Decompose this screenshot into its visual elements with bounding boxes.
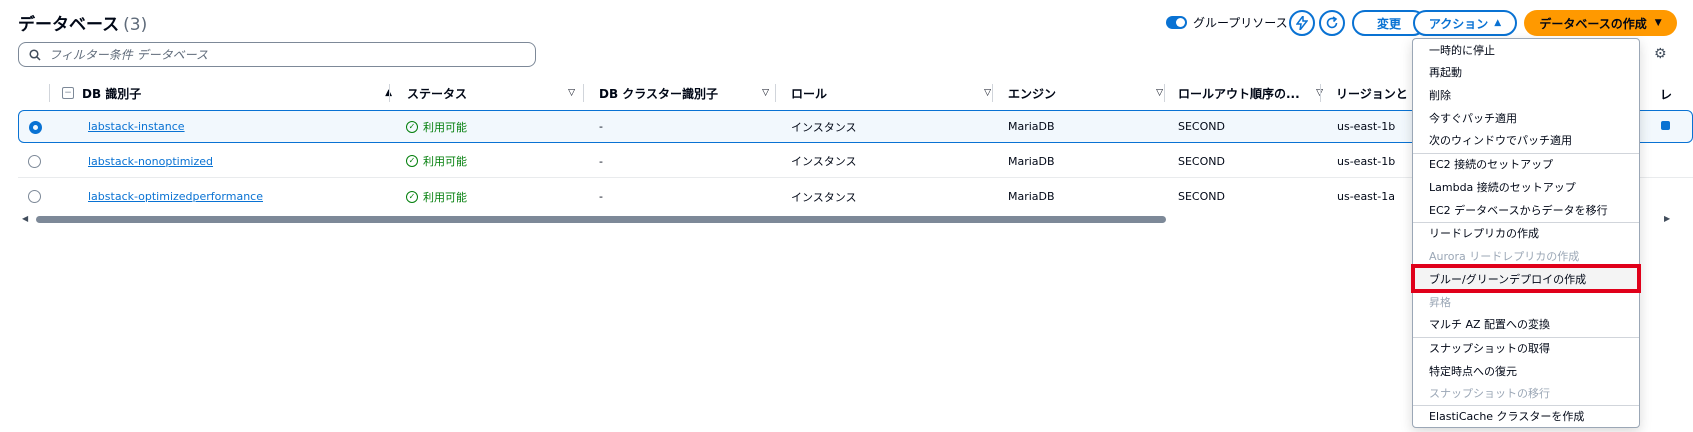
status-text: 利用可能: [423, 190, 467, 204]
column-header-cluster-id[interactable]: DB クラスター識別子 ▽: [599, 80, 779, 106]
region-az: us-east-1a: [1337, 190, 1395, 203]
column-header-label: DB 識別子: [82, 86, 142, 101]
search-icon: [29, 48, 41, 61]
refresh-button[interactable]: [1319, 10, 1345, 36]
status-available: ✓ 利用可能: [406, 119, 467, 135]
sort-down-icon[interactable]: ▽: [1156, 88, 1163, 98]
caret-up-icon: ▲: [1494, 18, 1502, 28]
role: インスタンス: [791, 155, 857, 168]
scroll-right-icon[interactable]: ▶: [1664, 214, 1670, 223]
column-header-label: エンジン: [1008, 86, 1057, 101]
menu-item-stop-temporarily[interactable]: 一時的に停止: [1413, 39, 1639, 61]
column-header-truncated: レ: [1660, 88, 1673, 102]
menu-item-reboot[interactable]: 再起動: [1413, 61, 1639, 83]
status-text: 利用可能: [423, 120, 467, 134]
create-database-button[interactable]: データベースの作成 ▼: [1524, 10, 1677, 36]
column-header-status[interactable]: ステータス ▽: [407, 80, 585, 106]
engine: MariaDB: [1008, 154, 1055, 168]
cluster-id: -: [599, 190, 603, 203]
engine: MariaDB: [1008, 120, 1055, 133]
role: インスタンス: [791, 120, 857, 134]
check-circle-icon: ✓: [406, 120, 418, 133]
db-count: (3): [123, 15, 148, 35]
db-id-link[interactable]: labstack-nonoptimized: [88, 155, 213, 168]
group-resources-label: グループリソース: [1193, 16, 1288, 30]
page-title-text: データベース: [18, 15, 120, 35]
menu-item-promote: 昇格: [1429, 296, 1451, 309]
rollout-order: SECOND: [1178, 190, 1225, 203]
menu-item-patch-next-window[interactable]: 次のウィンドウでパッチ適用: [1413, 129, 1639, 151]
menu-item-point-in-time-restore[interactable]: 特定時点への復元: [1413, 360, 1639, 382]
caret-down-icon: ▼: [1654, 18, 1662, 28]
column-header-label: ステータス: [407, 86, 468, 101]
row-radio[interactable]: [28, 190, 41, 203]
db-id-link[interactable]: labstack-optimizedperformance: [88, 190, 263, 203]
engine: MariaDB: [1008, 190, 1055, 203]
group-resources-toggle[interactable]: グループリソース: [1166, 14, 1288, 31]
sort-down-icon[interactable]: ▽: [984, 88, 991, 98]
menu-item-migrate-snapshot: スナップショットの移行: [1429, 387, 1550, 400]
menu-item-ec2-connection[interactable]: EC2 接続のセットアップ: [1413, 153, 1639, 175]
menu-item-take-snapshot[interactable]: スナップショットの取得: [1413, 337, 1639, 359]
db-id-link[interactable]: labstack-instance: [88, 120, 185, 133]
toggle-switch[interactable]: [1166, 16, 1187, 29]
column-header-db-id[interactable]: DB 識別子▲: [82, 80, 402, 106]
column-separator: [583, 84, 584, 102]
menu-item-aurora-read-replica: Aurora リードレプリカの作成: [1429, 250, 1580, 263]
actions-label: アクション: [1428, 16, 1489, 31]
menu-item-blue-green-deploy[interactable]: ブルー/グリーンデプロイの作成: [1411, 264, 1641, 293]
lightning-icon: [1296, 16, 1308, 30]
create-database-label: データベースの作成: [1539, 16, 1647, 31]
menu-item-convert-multi-az[interactable]: マルチ AZ 配置への変換: [1413, 313, 1639, 335]
lightning-icon-button[interactable]: [1289, 10, 1315, 36]
column-separator: [992, 84, 993, 102]
column-separator: [1164, 84, 1165, 102]
rollout-order: SECOND: [1178, 154, 1225, 168]
menu-item-lambda-connection[interactable]: Lambda 接続のセットアップ: [1413, 176, 1639, 198]
cluster-id: -: [599, 154, 603, 168]
column-header-engine[interactable]: エンジン ▽: [1008, 80, 1173, 106]
rollout-order: SECOND: [1178, 120, 1225, 133]
scrollbar-thumb[interactable]: [36, 216, 1166, 223]
column-header-rollout[interactable]: ロールアウト順序の...▽: [1178, 80, 1333, 106]
status-text: 利用可能: [423, 155, 467, 168]
column-header-label: ロールアウト順序の...: [1178, 86, 1300, 101]
row-radio[interactable]: [28, 155, 41, 168]
actions-button[interactable]: アクション ▲: [1413, 10, 1517, 36]
search-box[interactable]: [18, 42, 536, 67]
column-header-label: ロール: [791, 86, 828, 101]
status-available: ✓ 利用可能: [406, 189, 467, 205]
modify-label: 変更: [1376, 16, 1401, 31]
column-separator: [1320, 84, 1321, 102]
refresh-icon: [1326, 16, 1338, 29]
region-az: us-east-1b: [1337, 120, 1396, 133]
column-separator: [775, 84, 776, 102]
check-circle-icon: ✓: [406, 155, 418, 167]
page-title: データベース (3): [18, 10, 147, 35]
status-available: ✓ 利用可能: [406, 153, 467, 169]
menu-item-migrate-ec2[interactable]: EC2 データベースからデータを移行: [1413, 199, 1639, 221]
menu-item-create-elasticache[interactable]: ElastiCache クラスターを作成: [1413, 405, 1639, 427]
menu-item-patch-now[interactable]: 今すぐパッチ適用: [1413, 107, 1639, 129]
row-radio[interactable]: [29, 121, 42, 134]
check-circle-icon: ✓: [406, 190, 418, 203]
region-az: us-east-1b: [1337, 154, 1396, 168]
scroll-left-icon[interactable]: ◀: [22, 214, 28, 223]
role: インスタンス: [791, 190, 857, 204]
sort-down-icon[interactable]: ▽: [568, 88, 575, 98]
gear-icon[interactable]: ⚙: [1654, 46, 1667, 62]
actions-menu: 一時的に停止 再起動 削除 今すぐパッチ適用 次のウィンドウでパッチ適用 EC2…: [1411, 38, 1641, 428]
column-indicator: [1661, 121, 1670, 130]
search-input[interactable]: [49, 47, 509, 62]
menu-item-read-replica[interactable]: リードレプリカの作成: [1413, 222, 1639, 244]
column-separator: [389, 84, 390, 102]
column-separator: [49, 84, 50, 102]
select-all-checkbox[interactable]: −: [62, 87, 74, 99]
cluster-id: -: [599, 120, 603, 133]
column-header-label: DB クラスター識別子: [599, 86, 719, 101]
sort-down-icon[interactable]: ▽: [762, 88, 769, 98]
column-header-role[interactable]: ロール ▽: [791, 80, 1001, 106]
menu-item-delete[interactable]: 削除: [1413, 84, 1639, 106]
